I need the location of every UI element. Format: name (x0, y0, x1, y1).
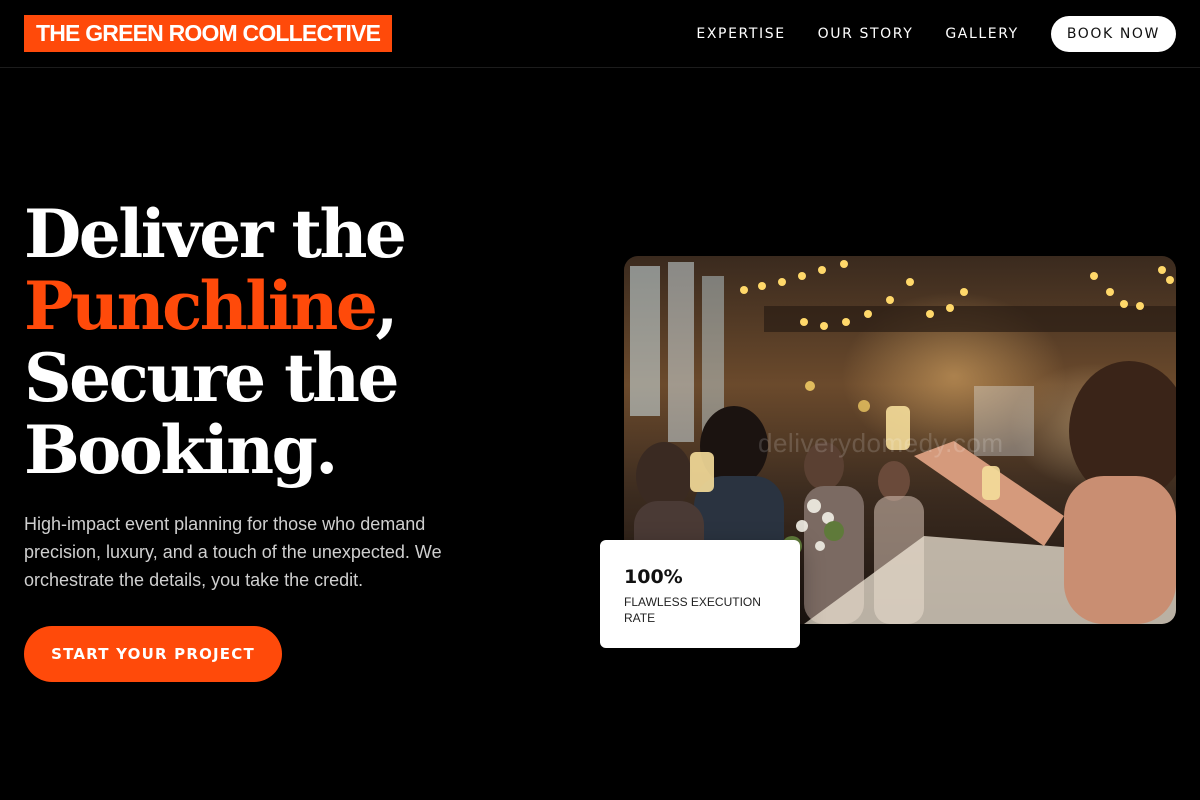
stat-card: 100% FLAWLESS EXECUTION RATE (600, 540, 800, 648)
nav-link-gallery[interactable]: GALLERY (945, 26, 1018, 42)
start-project-button[interactable]: START YOUR PROJECT (24, 626, 282, 682)
main-nav: EXPERTISE OUR STORY GALLERY BOOK NOW (696, 0, 1176, 68)
stat-value: 100% (624, 566, 683, 588)
headline-line-4: Booking. (24, 411, 338, 489)
stat-label: FLAWLESS EXECUTION RATE (624, 595, 761, 625)
book-now-button[interactable]: BOOK NOW (1050, 16, 1176, 52)
nav-link-our-story[interactable]: OUR STORY (818, 26, 914, 42)
brand-logo[interactable]: THE GREEN ROOM COLLECTIVE (24, 15, 393, 52)
nav-link-expertise[interactable]: EXPERTISE (696, 26, 785, 42)
headline-comma: , (375, 267, 398, 345)
headline-line-3: Secure the (24, 339, 400, 417)
hero-headline: Deliver the Punchline, Secure the Bookin… (24, 198, 584, 486)
headline-accent: Punchline (24, 267, 378, 345)
photo-watermark: deliverydomedy.com (758, 428, 1004, 458)
headline-line-2: Punchline, (24, 270, 584, 342)
hero-subtext: High-impact event planning for those who… (24, 514, 442, 590)
site-header: THE GREEN ROOM COLLECTIVE EXPERTISE OUR … (0, 0, 1200, 68)
headline-line-1: Deliver the (24, 195, 407, 273)
